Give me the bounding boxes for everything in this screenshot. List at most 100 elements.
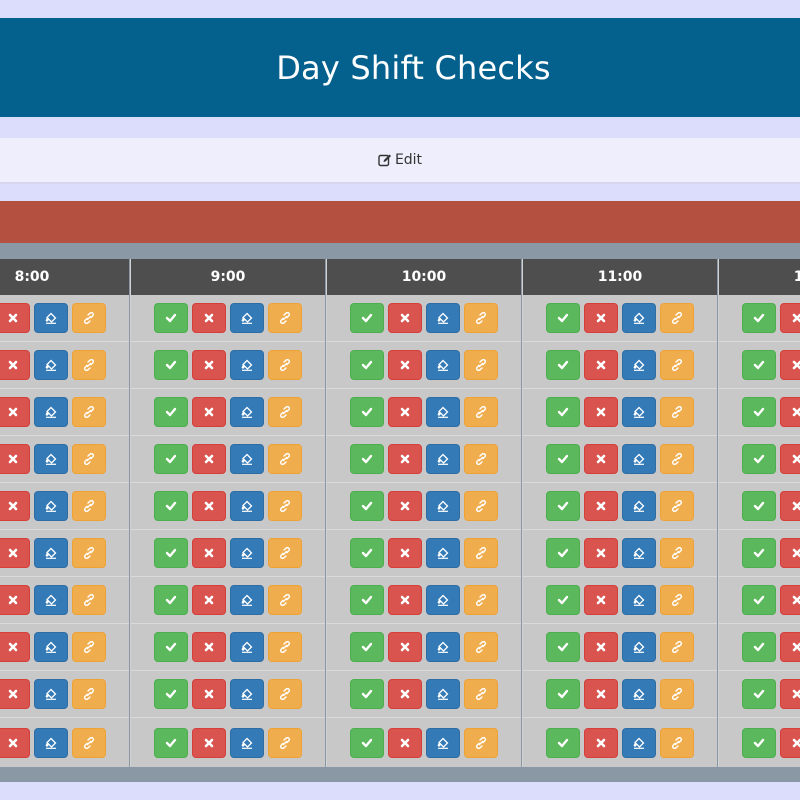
erase-button[interactable]	[230, 538, 264, 568]
erase-button[interactable]	[34, 350, 68, 380]
check-button[interactable]	[350, 538, 384, 568]
check-button[interactable]	[546, 444, 580, 474]
erase-button[interactable]	[622, 397, 656, 427]
clear-button[interactable]	[0, 632, 30, 662]
erase-button[interactable]	[230, 679, 264, 709]
clear-button[interactable]	[0, 491, 30, 521]
check-button[interactable]	[350, 397, 384, 427]
clear-button[interactable]	[0, 538, 30, 568]
check-button[interactable]	[154, 303, 188, 333]
link-button[interactable]	[464, 397, 498, 427]
check-button[interactable]	[154, 585, 188, 615]
clear-button[interactable]	[780, 679, 800, 709]
erase-button[interactable]	[426, 585, 460, 615]
clear-button[interactable]	[0, 585, 30, 615]
link-button[interactable]	[660, 397, 694, 427]
clear-button[interactable]	[780, 491, 800, 521]
link-button[interactable]	[660, 679, 694, 709]
check-button[interactable]	[350, 491, 384, 521]
clear-button[interactable]	[584, 491, 618, 521]
check-button[interactable]	[154, 727, 188, 758]
clear-button[interactable]	[388, 585, 422, 615]
clear-button[interactable]	[192, 679, 226, 709]
check-button[interactable]	[742, 585, 776, 615]
link-button[interactable]	[660, 632, 694, 662]
clear-button[interactable]	[388, 397, 422, 427]
clear-button[interactable]	[388, 350, 422, 380]
clear-button[interactable]	[584, 538, 618, 568]
clear-button[interactable]	[780, 350, 800, 380]
erase-button[interactable]	[34, 444, 68, 474]
erase-button[interactable]	[34, 679, 68, 709]
clear-button[interactable]	[388, 632, 422, 662]
clear-button[interactable]	[388, 727, 422, 758]
link-button[interactable]	[72, 679, 106, 709]
clear-button[interactable]	[584, 727, 618, 758]
erase-button[interactable]	[34, 538, 68, 568]
link-button[interactable]	[72, 444, 106, 474]
link-button[interactable]	[660, 350, 694, 380]
link-button[interactable]	[268, 350, 302, 380]
erase-button[interactable]	[622, 303, 656, 333]
erase-button[interactable]	[426, 632, 460, 662]
link-button[interactable]	[72, 585, 106, 615]
link-button[interactable]	[464, 679, 498, 709]
clear-button[interactable]	[780, 397, 800, 427]
clear-button[interactable]	[0, 397, 30, 427]
clear-button[interactable]	[584, 303, 618, 333]
check-button[interactable]	[350, 727, 384, 758]
edit-button[interactable]: Edit	[378, 152, 422, 168]
check-button[interactable]	[546, 679, 580, 709]
link-button[interactable]	[464, 538, 498, 568]
link-button[interactable]	[72, 303, 106, 333]
clear-button[interactable]	[0, 350, 30, 380]
clear-button[interactable]	[0, 727, 30, 758]
link-button[interactable]	[464, 444, 498, 474]
check-button[interactable]	[154, 444, 188, 474]
clear-button[interactable]	[192, 491, 226, 521]
check-button[interactable]	[742, 538, 776, 568]
erase-button[interactable]	[426, 397, 460, 427]
erase-button[interactable]	[426, 679, 460, 709]
clear-button[interactable]	[388, 491, 422, 521]
clear-button[interactable]	[780, 303, 800, 333]
clear-button[interactable]	[388, 303, 422, 333]
check-button[interactable]	[350, 303, 384, 333]
check-button[interactable]	[742, 397, 776, 427]
check-button[interactable]	[742, 444, 776, 474]
erase-button[interactable]	[426, 444, 460, 474]
check-button[interactable]	[546, 397, 580, 427]
clear-button[interactable]	[780, 727, 800, 758]
clear-button[interactable]	[192, 444, 226, 474]
erase-button[interactable]	[34, 491, 68, 521]
check-button[interactable]	[154, 350, 188, 380]
erase-button[interactable]	[230, 444, 264, 474]
erase-button[interactable]	[622, 727, 656, 758]
link-button[interactable]	[464, 727, 498, 758]
link-button[interactable]	[72, 491, 106, 521]
clear-button[interactable]	[192, 350, 226, 380]
clear-button[interactable]	[584, 350, 618, 380]
check-button[interactable]	[154, 538, 188, 568]
link-button[interactable]	[660, 585, 694, 615]
check-button[interactable]	[742, 727, 776, 758]
clear-button[interactable]	[388, 444, 422, 474]
erase-button[interactable]	[426, 491, 460, 521]
check-button[interactable]	[546, 585, 580, 615]
check-button[interactable]	[154, 632, 188, 662]
check-button[interactable]	[546, 303, 580, 333]
link-button[interactable]	[72, 350, 106, 380]
check-button[interactable]	[546, 727, 580, 758]
check-button[interactable]	[742, 491, 776, 521]
link-button[interactable]	[268, 491, 302, 521]
clear-button[interactable]	[192, 538, 226, 568]
check-button[interactable]	[742, 632, 776, 662]
check-button[interactable]	[154, 679, 188, 709]
link-button[interactable]	[464, 303, 498, 333]
check-button[interactable]	[350, 679, 384, 709]
link-button[interactable]	[268, 632, 302, 662]
check-button[interactable]	[154, 397, 188, 427]
link-button[interactable]	[660, 491, 694, 521]
clear-button[interactable]	[192, 585, 226, 615]
clear-button[interactable]	[192, 727, 226, 758]
